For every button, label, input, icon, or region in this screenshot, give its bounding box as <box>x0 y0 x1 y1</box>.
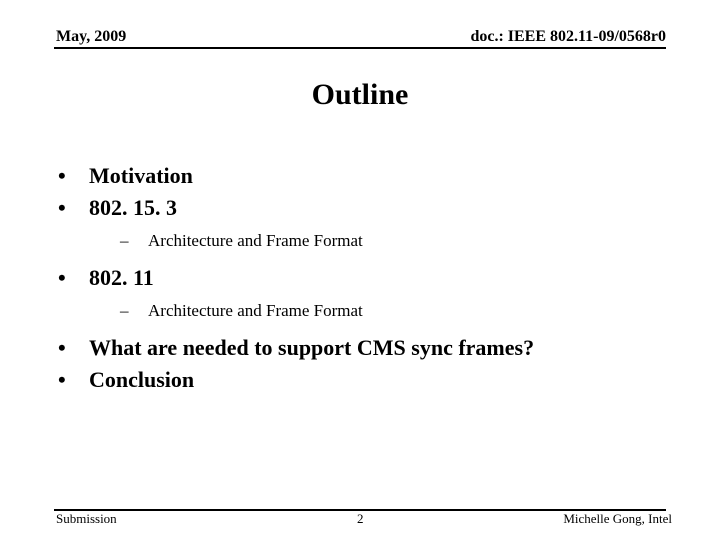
list-item-802-15-3: • 802. 15. 3 <box>58 192 678 224</box>
bullet-icon: • <box>58 367 66 392</box>
list-item-label: What are needed to support CMS sync fram… <box>89 335 535 360</box>
list-item-conclusion: • Conclusion <box>58 364 678 396</box>
list-item-802-11: • 802. 11 <box>58 262 678 294</box>
bullet-icon: • <box>58 163 66 188</box>
header-doc-id: doc.: IEEE 802.11-09/0568r0 <box>470 28 666 45</box>
header-divider <box>54 47 666 49</box>
list-item-label: Conclusion <box>89 367 195 392</box>
header-date: May, 2009 <box>56 28 127 45</box>
sub-item-802-15-3-architecture: – Architecture and Frame Format <box>58 226 678 256</box>
sub-item-label: Architecture and Frame Format <box>148 231 363 250</box>
list-item-label: 802. 11 <box>89 265 154 290</box>
footer-author: Michelle Gong, Intel <box>563 511 672 526</box>
slide-title: Outline <box>311 78 409 111</box>
footer-submission: Submission <box>56 511 117 526</box>
dash-icon: – <box>120 301 129 320</box>
list-item-label: Motivation <box>89 163 193 188</box>
dash-icon: – <box>120 231 129 250</box>
bullet-icon: • <box>58 195 66 220</box>
sub-item-802-11-architecture: – Architecture and Frame Format <box>58 296 678 326</box>
outline-list: • Motivation • 802. 15. 3 – Architecture… <box>58 160 678 396</box>
list-item-label: 802. 15. 3 <box>89 195 177 220</box>
sub-item-label: Architecture and Frame Format <box>148 301 363 320</box>
bullet-icon: • <box>58 265 66 290</box>
list-item-motivation: • Motivation <box>58 160 678 192</box>
bullet-icon: • <box>58 335 66 360</box>
page-number: 2 <box>357 511 364 526</box>
list-item-cms-sync: • What are needed to support CMS sync fr… <box>58 332 678 364</box>
